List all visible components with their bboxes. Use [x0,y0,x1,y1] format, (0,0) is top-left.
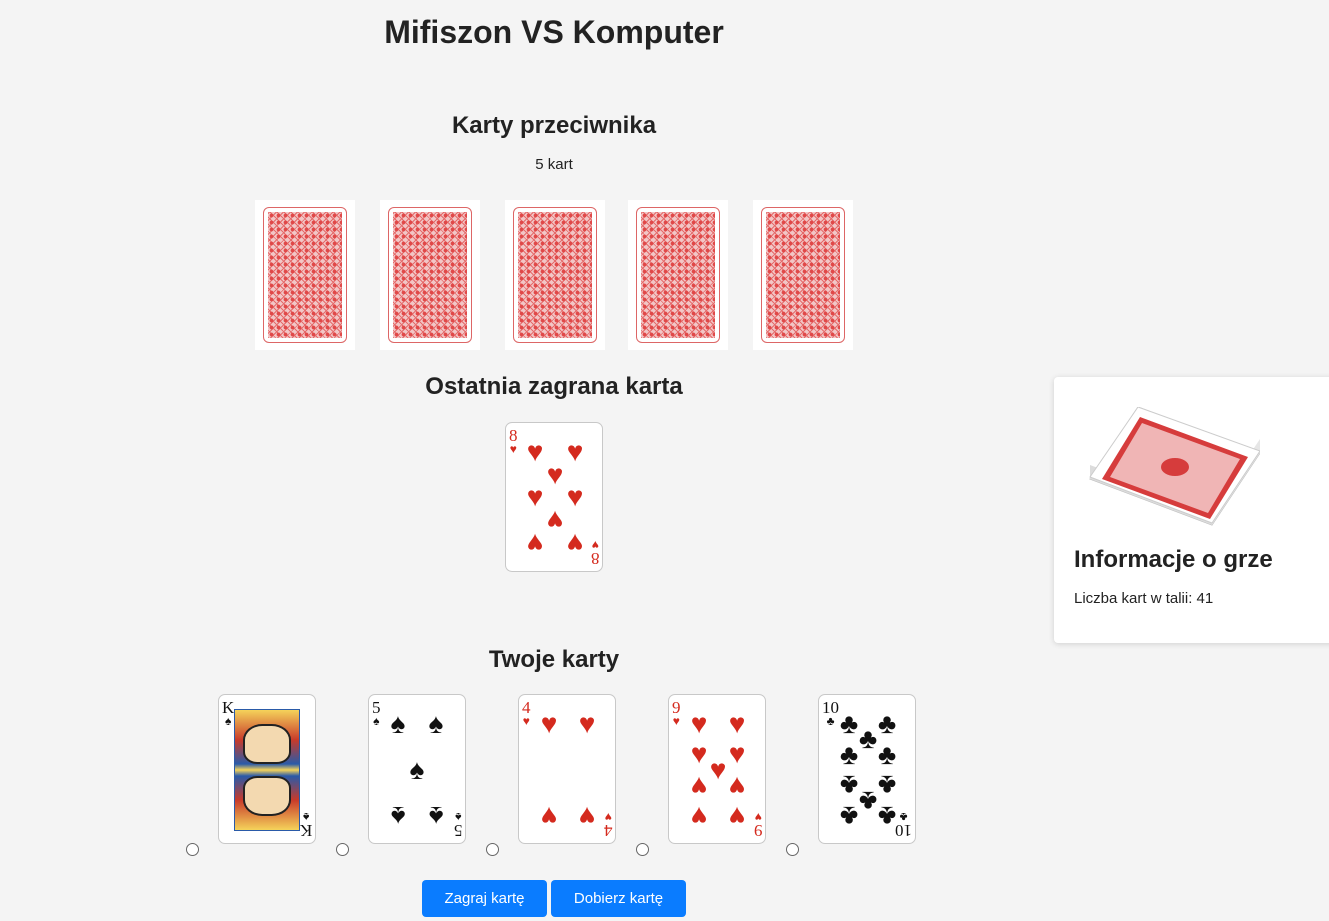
select-card-radio[interactable] [486,843,499,856]
spade-icon: ♠ [409,754,425,785]
heart-icon: ♥ [728,708,746,739]
heart-icon: ♥ [522,714,530,728]
opponent-card-back [255,200,355,350]
page-title: Mifiszon VS Komputer [384,14,724,50]
heart-icon: ♥ [578,708,596,739]
club-icon: ♣ [839,770,859,801]
heart-icon: ♥ [672,714,680,728]
heart-icon: ♥ [526,436,544,467]
spade-icon: ♠ [373,714,380,728]
club-icon: ♣ [839,801,859,832]
last-played-heading: Ostatnia zagrana karta [425,373,683,400]
game-info-panel: Informacje o grze Liczba kart w talii: 4… [1054,377,1329,643]
heart-icon: ♥ [728,801,746,832]
club-icon: ♣ [858,723,878,754]
club-icon: ♣ [839,739,859,770]
card-corner: 8 ♥ [590,538,600,568]
heart-icon: ♥ [690,738,708,769]
last-played-card: 8 ♥ ♥ ♥ ♥ ♥ ♥ ♥ ♥ ♥ 8 ♥ [505,422,603,572]
club-icon: ♣ [877,739,897,770]
opponent-card-count: 5 kart [535,156,573,173]
opponent-heading: Karty przeciwnika [451,112,657,139]
hand-card-five-spades[interactable]: 5 ♠ ♠ ♠ ♠ ♠ ♠ 5 ♠ [368,694,466,844]
heart-icon: ♥ [690,771,708,802]
spade-icon: ♠ [428,708,444,739]
draw-card-button[interactable]: Dobierz kartę [551,880,686,917]
club-icon: ♣ [877,770,897,801]
heart-icon: ♥ [728,738,746,769]
club-icon: ♣ [877,708,897,739]
hand-card-nine-hearts[interactable]: 9 ♥ ♥ ♥ ♥ ♥ ♥ ♥ ♥ ♥ ♥ 9 ♥ [668,694,766,844]
select-card-radio[interactable] [636,843,649,856]
heart-icon: ♥ [566,481,584,512]
heart-icon: ♥ [578,801,596,832]
select-card-radio[interactable] [186,843,199,856]
heart-icon: ♥ [526,481,544,512]
spade-icon: ♠ [390,708,406,739]
opponent-card-back [505,200,605,350]
heart-icon: ♥ [540,801,558,832]
opponent-card-back [753,200,853,350]
hand-card-ten-clubs[interactable]: 10 ♣ ♣ ♣ ♣ ♣ ♣ ♣ ♣ ♣ ♣ ♣ 10 ♣ [818,694,916,844]
your-cards-heading: Twoje karty [488,646,620,673]
play-card-button[interactable]: Zagraj kartę [422,880,547,917]
hand-card-four-hearts[interactable]: 4 ♥ ♥ ♥ ♥ ♥ 4 ♥ [518,694,616,844]
spade-icon: ♠ [428,801,444,832]
deck-count: Liczba kart w talii: 41 [1074,590,1214,607]
spade-icon: ♠ [390,801,406,832]
heart-icon: ♥ [546,459,564,490]
opponent-card-back [380,200,480,350]
card-corner: 8 ♥ [509,427,518,455]
select-card-radio[interactable] [336,843,349,856]
heart-icon: ♥ [728,771,746,802]
heart-icon: ♥ [566,528,584,559]
club-icon: ♣ [877,801,897,832]
club-icon: ♣ [839,708,859,739]
hand-card-king-spades[interactable]: K ♠ K ♠ [218,694,316,844]
card-deck-icon [1089,407,1260,526]
opponent-card-back [628,200,728,350]
heart-icon: ♥ [540,708,558,739]
heart-icon: ♥ [509,442,517,456]
heart-icon: ♥ [690,801,708,832]
heart-icon: ♥ [526,528,544,559]
king-portrait [234,709,300,831]
heart-icon: ♥ [690,708,708,739]
heart-icon: ♥ [566,436,584,467]
club-icon: ♣ [858,786,878,817]
heart-icon: ♥ [709,754,727,785]
info-heading: Informacje o grze [1074,546,1273,573]
heart-icon: ♥ [546,505,564,536]
select-card-radio[interactable] [786,843,799,856]
